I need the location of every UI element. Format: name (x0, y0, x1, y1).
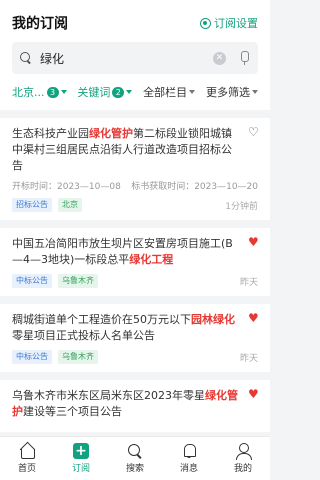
announcement-list: 生态科技产业园绿化管护第二标段业锁阳城镇中渠村三组居民点沿街人行道改造项目招标公… (0, 118, 270, 432)
filter-keyword-count: 2 (112, 86, 125, 98)
region-tag: 乌鲁木齐 (58, 274, 98, 288)
settings-icon (200, 17, 211, 29)
tag-row: 中标公告 乌鲁木齐 昨天 (12, 274, 258, 288)
page-title: 我的订阅 (12, 16, 68, 32)
home-icon (19, 443, 35, 459)
subscription-settings-button[interactable]: 订阅设置 (200, 15, 258, 31)
tab-profile[interactable]: 我的 (216, 437, 270, 480)
search-bar[interactable]: 绿化 ✕ (12, 42, 258, 74)
item-meta: 开标时间：2023—10—08 标书获取时间：2023—10—20 (12, 179, 258, 192)
tab-profile-label: 我的 (233, 464, 252, 474)
region-tag: 北京 (58, 198, 82, 212)
fetch-time: 标书获取时间：2023—10—20 (131, 182, 258, 192)
time-ago: 1分钟前 (225, 201, 258, 212)
item-title: 中国五冶简阳市放生坝片区安置房项目施工(B—4—3地块)一标段总平绿化工程 (12, 237, 233, 266)
chevron-down-icon (251, 90, 258, 94)
filter-region-label: 北京... (12, 86, 45, 99)
bell-icon (181, 443, 197, 459)
time-ago: 昨天 (239, 353, 258, 364)
tag-row: 招标公告 北京 1分钟前 (12, 198, 258, 212)
subscribe-icon: + (73, 443, 89, 459)
chevron-down-icon (60, 90, 67, 94)
filter-bar: 北京... 3 关键词 2 全部栏目 更多筛选 (12, 74, 258, 110)
filter-category[interactable]: 全部栏目 (143, 84, 196, 100)
filter-region[interactable]: 北京... 3 (12, 84, 67, 100)
heart-outline-icon[interactable]: ♡ (248, 126, 260, 138)
search-icon (20, 52, 32, 64)
header: 我的订阅 订阅设置 绿化 ✕ 北京... 3 关键词 2 全部栏目 更多筛选 (0, 0, 270, 110)
tab-messages[interactable]: 消息 (162, 437, 216, 480)
list-item[interactable]: 中国五冶简阳市放生坝片区安置房项目施工(B—4—3地块)一标段总平绿化工程 ♥ … (0, 228, 270, 296)
open-time: 开标时间：2023—10—08 (12, 182, 121, 192)
tab-home-label: 首页 (17, 464, 36, 474)
list-item[interactable]: 乌鲁木齐市米东区局米东区2023年零星绿化管护建设等三个项目公告 ♥ (0, 380, 270, 432)
filter-keyword[interactable]: 关键词 2 (77, 84, 133, 100)
heart-filled-icon[interactable]: ♥ (248, 312, 260, 324)
item-title: 乌鲁木齐市米东区局米东区2023年零星绿化管护建设等三个项目公告 (12, 389, 238, 418)
item-title: 稠城街道单个工程造价在50万元以下园林绿化零星项目正式投标人名单公告 (12, 313, 235, 342)
list-item[interactable]: 生态科技产业园绿化管护第二标段业锁阳城镇中渠村三组居民点沿街人行道改造项目招标公… (0, 118, 270, 220)
microphone-icon[interactable] (238, 51, 250, 65)
tab-subscribe[interactable]: + 订阅 (54, 437, 108, 480)
filter-category-label: 全部栏目 (143, 86, 188, 99)
type-tag: 中标公告 (12, 274, 52, 288)
settings-label: 订阅设置 (214, 17, 258, 30)
time-ago: 昨天 (239, 277, 258, 288)
filter-keyword-label: 关键词 (77, 86, 111, 99)
title-row: 我的订阅 订阅设置 (12, 12, 258, 34)
type-tag: 招标公告 (12, 198, 52, 212)
tab-search-label: 搜索 (125, 464, 144, 474)
heart-filled-icon[interactable]: ♥ (248, 388, 260, 400)
user-icon (235, 443, 252, 460)
item-title: 生态科技产业园绿化管护第二标段业锁阳城镇中渠村三组居民点沿街人行道改造项目招标公… (12, 127, 232, 172)
tag-row: 中标公告 乌鲁木齐 昨天 (12, 350, 258, 364)
tab-messages-label: 消息 (179, 464, 198, 474)
filter-more-label: 更多筛选 (205, 86, 250, 99)
search-input[interactable]: 绿化 (40, 50, 213, 67)
region-tag: 乌鲁木齐 (58, 350, 98, 364)
search-icon (127, 443, 143, 459)
filter-more[interactable]: 更多筛选 (206, 84, 258, 100)
chevron-down-icon (126, 90, 133, 94)
list-item[interactable]: 稠城街道单个工程造价在50万元以下园林绿化零星项目正式投标人名单公告 ♥ 中标公… (0, 304, 270, 372)
tab-search[interactable]: 搜索 (108, 437, 162, 480)
type-tag: 中标公告 (12, 350, 52, 364)
clear-icon[interactable]: ✕ (213, 51, 226, 65)
filter-region-count: 3 (46, 86, 59, 98)
heart-filled-icon[interactable]: ♥ (248, 236, 260, 248)
tab-home[interactable]: 首页 (0, 437, 54, 480)
tab-subscribe-label: 订阅 (71, 464, 90, 474)
chevron-down-icon (189, 90, 196, 94)
bottom-tab-bar: 首页 + 订阅 搜索 消息 我的 (0, 436, 270, 480)
